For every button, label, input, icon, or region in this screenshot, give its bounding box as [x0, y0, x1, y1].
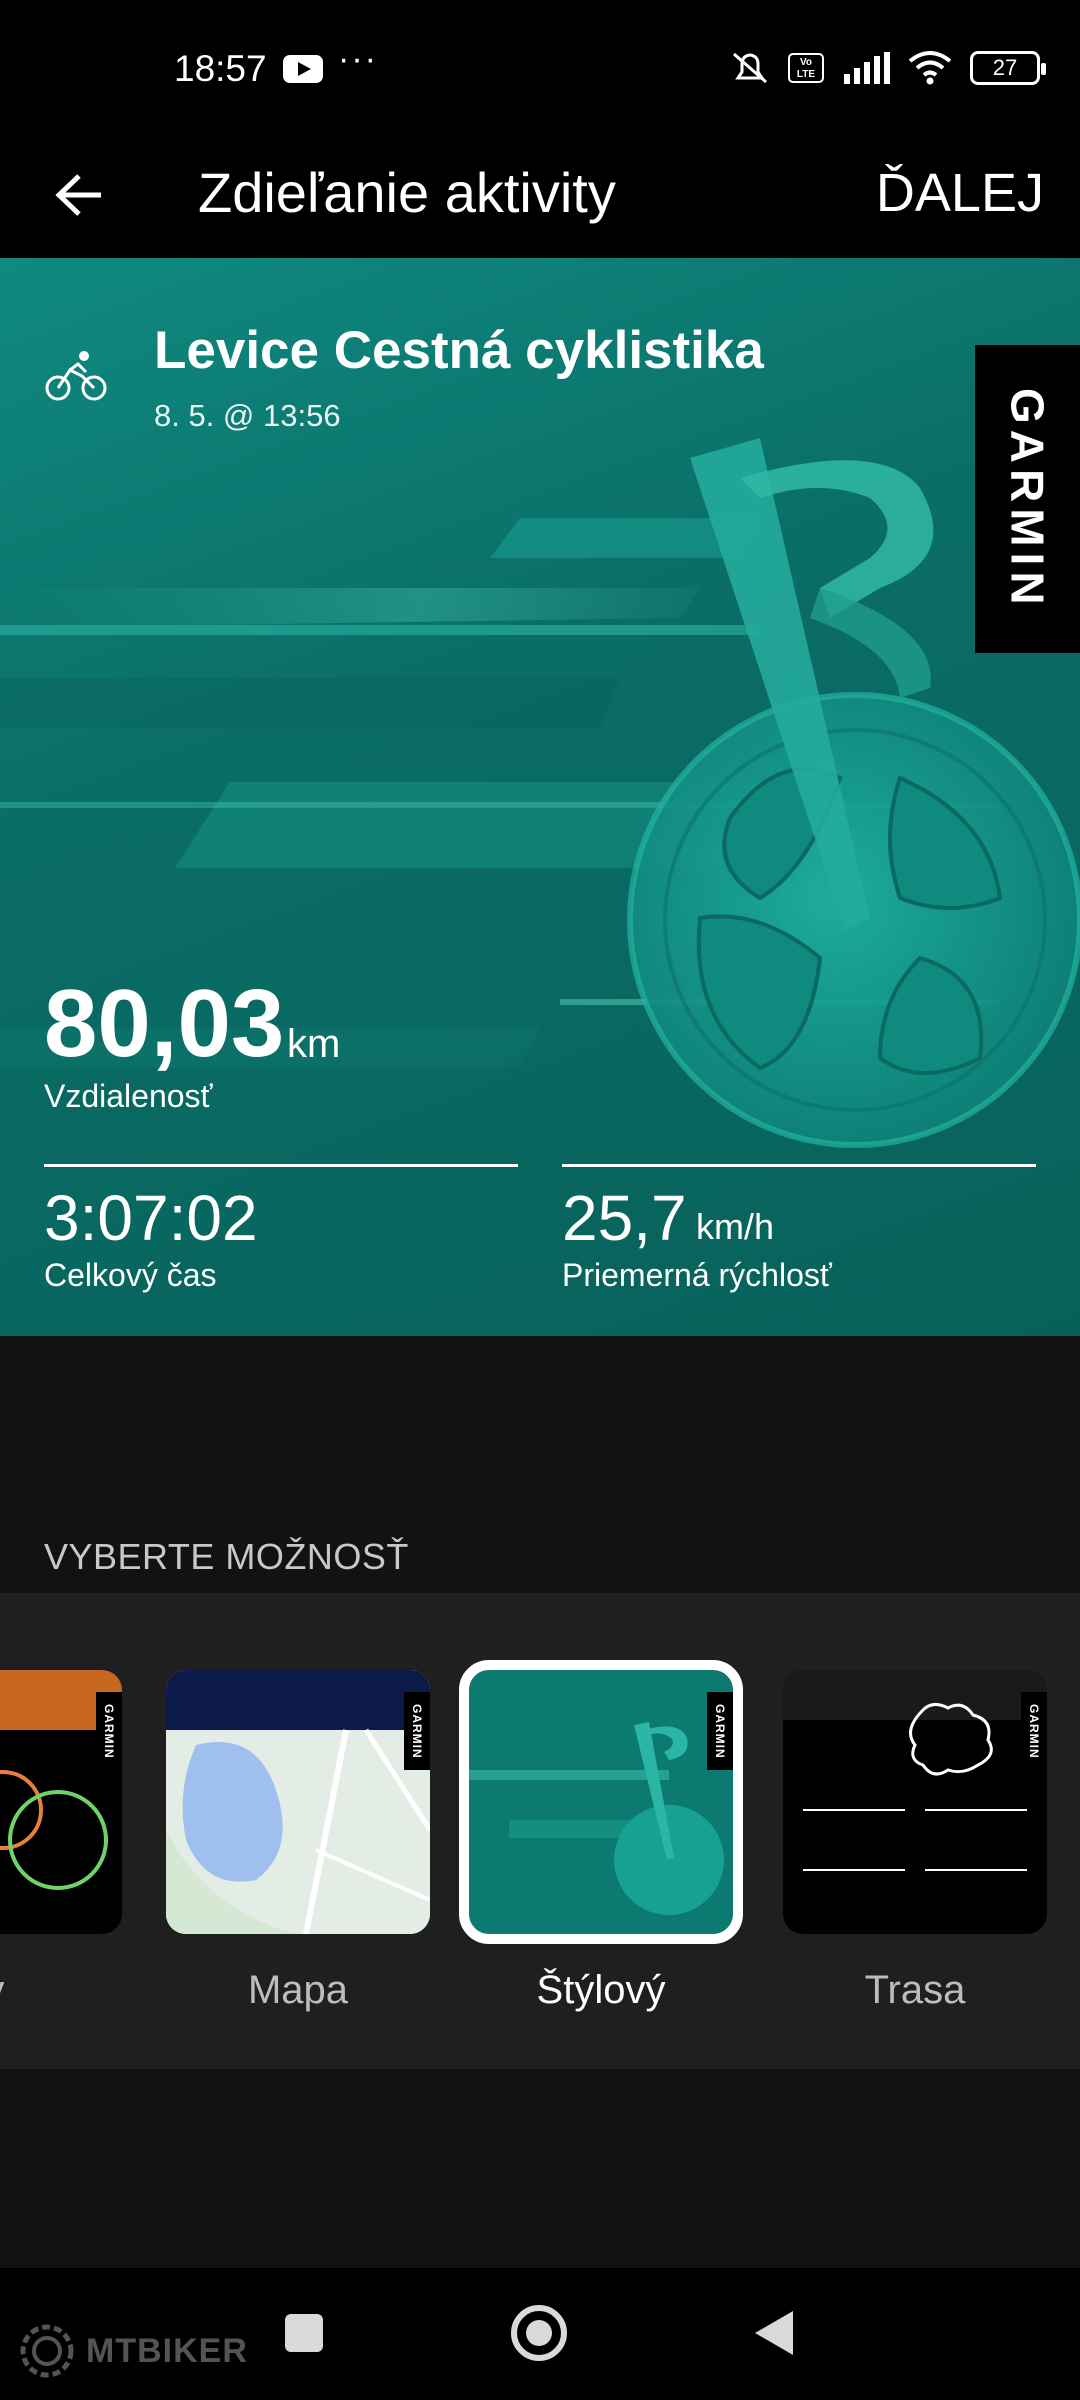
distance-label: Vzdialenosť	[44, 1078, 213, 1114]
garmin-logo: GARMIN	[975, 345, 1080, 653]
style-option-map[interactable]: GARMIN	[166, 1670, 430, 1934]
recents-button[interactable]	[285, 2314, 323, 2352]
avg-speed-unit: km/h	[696, 1206, 775, 1247]
garmin-logo: GARMIN	[707, 1692, 733, 1770]
more-notifications-icon: ···	[338, 40, 378, 78]
next-button[interactable]: ĎALEJ	[876, 153, 1044, 233]
garmin-logo: GARMIN	[96, 1692, 122, 1770]
style-option-thumb[interactable]: GARMIN	[0, 1670, 122, 1934]
system-back-button[interactable]	[755, 2311, 793, 2355]
garmin-logo: GARMIN	[404, 1692, 430, 1770]
signal-icon	[844, 52, 890, 84]
youtube-icon	[283, 55, 323, 83]
map-preview-icon	[166, 1670, 430, 1934]
battery-icon: 27	[970, 51, 1046, 85]
avg-speed-label: Priemerná rýchlosť	[562, 1257, 832, 1293]
gear-icon	[20, 2324, 74, 2378]
total-time-label: Celkový čas	[44, 1257, 217, 1293]
cycling-icon	[45, 351, 107, 401]
mute-icon	[733, 52, 767, 84]
volte-icon: Vo LTE	[788, 53, 824, 83]
options-heading: VYBERTE MOŽNOSŤ	[44, 1536, 409, 1577]
divider	[562, 1164, 1036, 1167]
page-title: Zdieľanie aktivity	[198, 161, 616, 224]
activity-share-card: Levice Cestná cyklistika 8. 5. @ 13:56 G…	[0, 258, 1080, 1336]
distance-unit: km	[287, 1022, 341, 1066]
activity-title: Levice Cestná cyklistika	[154, 321, 764, 380]
stylish-preview-icon	[469, 1670, 733, 1934]
app-bar: Zdieľanie aktivity ĎALEJ	[0, 135, 1080, 258]
distance-value: 80,03	[44, 970, 285, 1077]
garmin-logo: GARMIN	[1021, 1692, 1047, 1770]
style-option-label: Mapa	[247, 1968, 349, 2012]
total-time-value: 3:07:02	[44, 1182, 258, 1254]
style-option-label: ický	[0, 1968, 120, 2013]
style-option-stylish[interactable]: GARMIN	[459, 1660, 743, 1944]
wifi-icon	[908, 51, 952, 85]
style-option-route[interactable]: GARMIN	[783, 1670, 1047, 1934]
status-time: 18:57	[174, 48, 267, 89]
status-bar: 18:57 ··· Vo LTE 27	[0, 0, 1080, 135]
style-options-carousel[interactable]: GARMIN ický GARMIN Mapa GARMIN Štýlový	[0, 1593, 1080, 2069]
avg-speed-value: 25,7	[562, 1182, 687, 1254]
style-option-label: Štýlový	[536, 1968, 666, 2012]
status-icons: Vo LTE 27	[730, 50, 1046, 86]
activity-date: 8. 5. @ 13:56	[154, 398, 341, 433]
arrow-left-icon	[55, 174, 101, 216]
route-preview-icon	[783, 1670, 1047, 1871]
divider	[44, 1164, 518, 1167]
back-button[interactable]	[40, 155, 120, 235]
watermark: MTBIKER	[16, 2320, 248, 2382]
style-option-label: Trasa	[864, 1968, 966, 2012]
home-button[interactable]	[511, 2305, 567, 2361]
